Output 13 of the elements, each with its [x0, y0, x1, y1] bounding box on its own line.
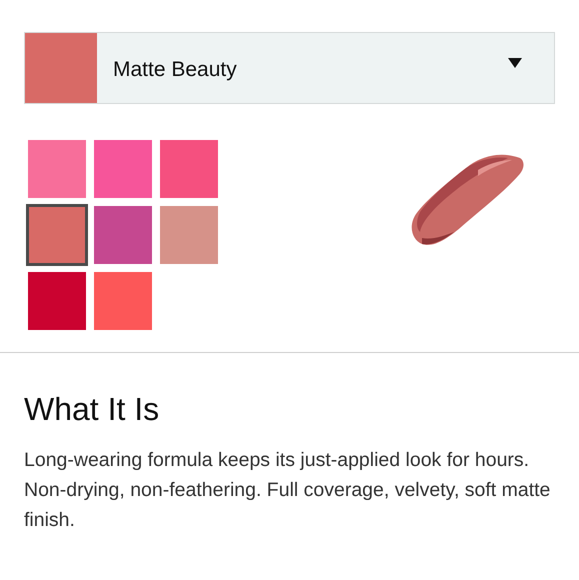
description-text: Long-wearing formula keeps its just-applied look for hours. Non-drying, non-feathering. Full coverage, velvety, soft matte finish. [24, 448, 552, 533]
section-heading: What It Is [24, 390, 160, 429]
shade-swatch[interactable] [28, 272, 86, 330]
dropdown-caret-icon [508, 58, 522, 68]
shade-swatch[interactable] [160, 140, 218, 198]
shade-swatch[interactable] [94, 272, 152, 330]
shade-swatch[interactable] [94, 140, 152, 198]
shade-name: Matte Beauty [113, 56, 238, 83]
shade-swatch[interactable] [94, 206, 152, 264]
shade-swatch[interactable] [160, 206, 218, 264]
shade-swatch[interactable] [28, 140, 86, 198]
shade-swatch[interactable] [28, 206, 86, 264]
shade-dropdown[interactable]: Matte Beauty [24, 32, 555, 104]
